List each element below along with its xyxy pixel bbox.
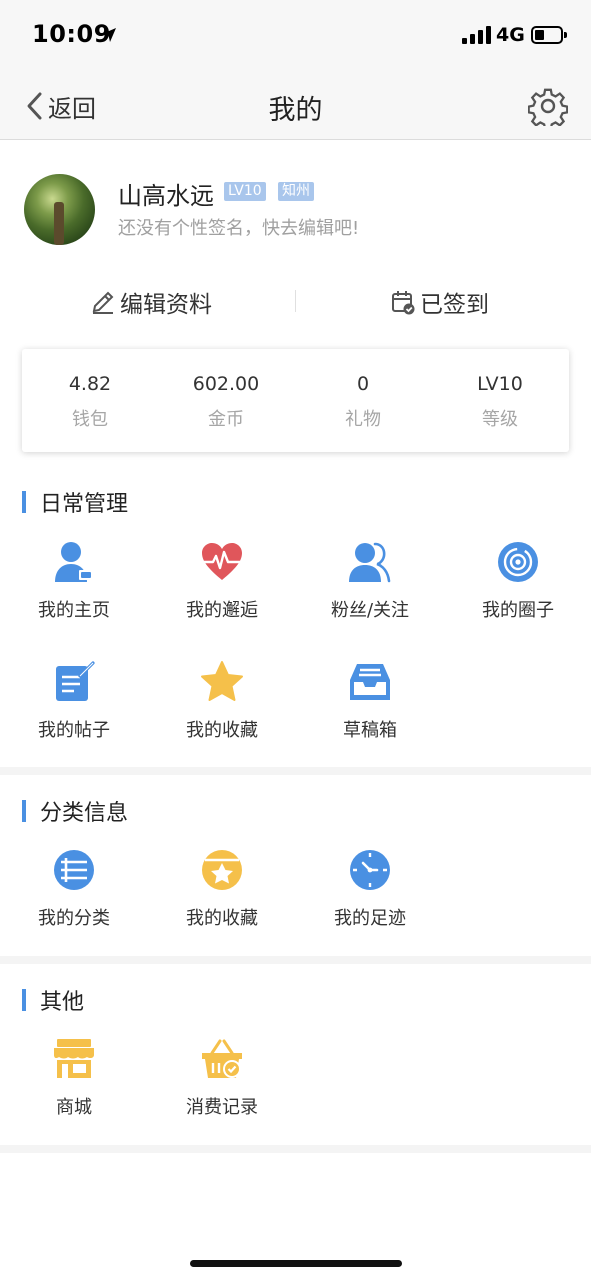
grid-item-my-category[interactable]: 我的分类 <box>0 848 148 948</box>
favorite-box-icon <box>202 850 242 890</box>
grid-item-category-favorites[interactable]: 我的收藏 <box>148 848 296 948</box>
stats-card: 4.82 钱包 602.00 金币 0 礼物 LV10 等级 <box>22 349 569 452</box>
post-edit-icon <box>56 661 95 701</box>
stat-label: 等级 <box>482 409 518 430</box>
section-other-title: 其他 <box>22 987 85 1015</box>
section-divider <box>0 1145 591 1153</box>
stat-value: 0 <box>356 373 370 395</box>
grid-item-label: 消费记录 <box>186 1097 258 1118</box>
drafts-tray-icon <box>350 664 390 700</box>
list-icon <box>54 850 94 890</box>
location-arrow-icon <box>102 28 116 42</box>
edit-profile-label: 编辑资料 <box>120 292 212 318</box>
grid-item-label: 我的邂逅 <box>186 600 258 621</box>
section-title-text: 其他 <box>40 990 85 1015</box>
profile-actions: 编辑资料 已签到 <box>0 280 591 324</box>
grid-item-label: 我的圈子 <box>482 600 554 621</box>
section-accent-bar <box>22 989 26 1011</box>
stat-wallet[interactable]: 4.82 钱包 <box>22 349 158 452</box>
gear-icon[interactable] <box>528 86 568 126</box>
clock-icon <box>350 850 390 890</box>
signal-icon <box>462 26 491 44</box>
section-divider <box>0 956 591 964</box>
user-name: 山高水远 <box>118 182 214 210</box>
stat-coins[interactable]: 602.00 金币 <box>158 349 294 452</box>
stat-label: 金币 <box>208 409 244 430</box>
stat-value: LV10 <box>477 373 523 395</box>
shopping-basket-icon <box>202 1039 242 1078</box>
grid-item-shop[interactable]: 商城 <box>0 1037 148 1137</box>
page-title: 我的 <box>268 95 323 126</box>
section-accent-bar <box>22 491 26 513</box>
stat-gifts[interactable]: 0 礼物 <box>295 349 431 452</box>
section-title-text: 日常管理 <box>40 492 129 517</box>
calendar-check-icon <box>392 291 415 315</box>
level-badge: LV10 <box>224 182 266 201</box>
section-daily-title: 日常管理 <box>22 489 129 517</box>
grid-item-drafts[interactable]: 草稿箱 <box>296 660 444 760</box>
checkin-button[interactable]: 已签到 <box>390 280 489 324</box>
star-icon <box>201 661 243 701</box>
user-home-icon <box>55 542 93 582</box>
section-title-text: 分类信息 <box>40 801 129 826</box>
stat-label: 钱包 <box>72 409 108 430</box>
heartbeat-icon <box>202 543 242 580</box>
grid-item-encounters[interactable]: 我的邂逅 <box>148 540 296 640</box>
status-bar: 10:09 4G <box>0 0 591 72</box>
grid-item-label: 商城 <box>56 1097 92 1118</box>
section-accent-bar <box>22 800 26 822</box>
grid-item-footprints[interactable]: 我的足迹 <box>296 848 444 948</box>
section-category-title: 分类信息 <box>22 798 129 826</box>
grid-item-label: 草稿箱 <box>343 720 397 741</box>
home-indicator[interactable] <box>190 1260 402 1267</box>
action-divider <box>295 290 296 312</box>
grid-item-label: 我的收藏 <box>186 720 258 741</box>
grid-item-my-posts[interactable]: 我的帖子 <box>0 660 148 760</box>
stat-label: 礼物 <box>345 409 381 430</box>
stat-value: 4.82 <box>68 373 112 395</box>
edit-profile-button[interactable]: 编辑资料 <box>90 280 212 324</box>
signature-text: 还没有个性签名，快去编辑吧! <box>118 218 360 239</box>
stat-level[interactable]: LV10 等级 <box>432 349 568 452</box>
city-badge: 知州 <box>278 182 314 201</box>
grid-item-label: 我的分类 <box>38 908 110 929</box>
stat-value: 602.00 <box>192 373 260 395</box>
network-label: 4G <box>496 24 525 46</box>
circle-target-icon <box>498 542 538 582</box>
grid-item-my-home[interactable]: 我的主页 <box>0 540 148 640</box>
pencil-icon <box>92 291 114 314</box>
grid-item-my-circle[interactable]: 我的圈子 <box>444 540 591 640</box>
grid-item-label: 我的足迹 <box>334 908 406 929</box>
followers-icon <box>349 542 391 583</box>
grid-item-followers[interactable]: 粉丝/关注 <box>296 540 444 640</box>
checkin-label: 已签到 <box>420 292 489 318</box>
nav-bar: 返回 我的 <box>0 72 591 140</box>
section-divider <box>0 767 591 775</box>
grid-item-spending-records[interactable]: 消费记录 <box>148 1037 296 1137</box>
battery-icon <box>531 26 567 44</box>
shop-icon <box>54 1039 94 1078</box>
grid-item-label: 我的帖子 <box>38 720 110 741</box>
grid-item-label: 我的主页 <box>38 600 110 621</box>
grid-item-favorites[interactable]: 我的收藏 <box>148 660 296 760</box>
grid-item-label: 粉丝/关注 <box>330 600 410 621</box>
grid-item-label: 我的收藏 <box>186 908 258 929</box>
avatar[interactable] <box>24 174 95 245</box>
